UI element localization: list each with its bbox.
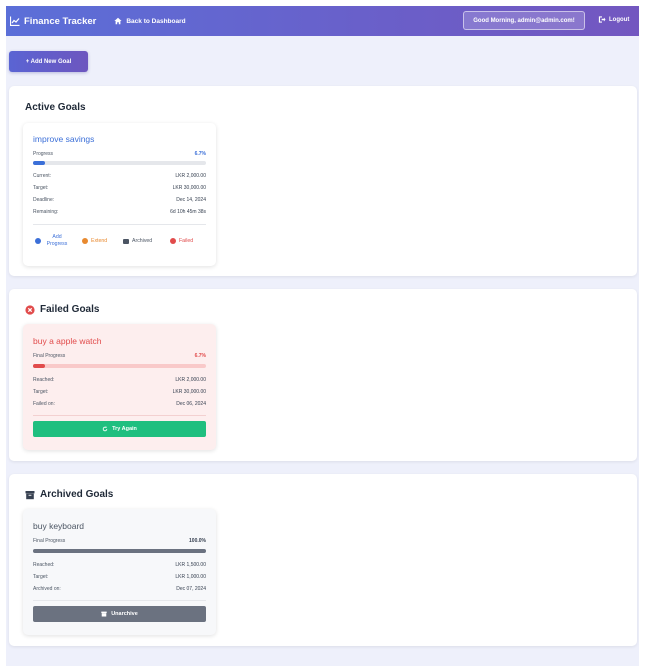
reached-row: Reached: LKR 2,000.00 (33, 377, 206, 383)
active-goals-title: Active Goals (25, 102, 86, 113)
back-label: Back to Dashboard (126, 17, 186, 25)
archived-goals-title: Archived Goals (25, 489, 113, 500)
divider (33, 415, 206, 416)
brand[interactable]: Finance Tracker (10, 16, 96, 27)
goal-name: improve savings (33, 134, 95, 144)
add-progress-button[interactable]: Add Progress (35, 234, 70, 248)
final-progress-row: Final Progress 6.7% (33, 353, 206, 359)
goal-actions: Add Progress Extend Archived Failed (33, 234, 206, 250)
logout-icon (598, 16, 606, 23)
progress-row: Progress 6.7% (33, 151, 206, 157)
archived-goals-section: Archived Goals buy keyboard Final Progre… (9, 474, 637, 646)
remaining-row: Remaining: 6d 10h 45m 38s (33, 209, 206, 215)
progress-fill (33, 161, 45, 165)
archive-icon (25, 490, 35, 499)
back-to-dashboard-link[interactable]: Back to Dashboard (114, 17, 186, 25)
divider (33, 600, 206, 601)
top-nav: Finance Tracker Back to Dashboard Good M… (6, 6, 639, 36)
times-circle-icon (25, 304, 35, 315)
target-row: Target: LKR 1,000.00 (33, 574, 206, 580)
goal-card-failed: buy a apple watch Final Progress 6.7% Re… (23, 324, 216, 450)
goal-name: buy keyboard (33, 521, 85, 531)
progress-percent: 6.7% (194, 151, 206, 157)
progress-bar (33, 549, 206, 553)
goal-name: buy a apple watch (33, 336, 102, 346)
plus-circle-icon (35, 237, 41, 244)
home-icon (114, 17, 122, 25)
progress-fill (33, 364, 45, 368)
progress-percent: 6.7% (194, 353, 206, 359)
goal-card-active: improve savings Progress 6.7% Current: L… (23, 123, 216, 266)
mark-failed-button[interactable]: Failed (170, 238, 193, 244)
app-frame: Finance Tracker Back to Dashboard Good M… (6, 6, 639, 666)
divider (33, 224, 206, 225)
clock-icon (82, 238, 88, 244)
failed-on-row: Failed on: Dec 06, 2024 (33, 401, 206, 407)
target-row: Target: LKR 30,000.00 (33, 389, 206, 395)
target-row: Target: LKR 30,000.00 (33, 185, 206, 191)
progress-percent: 100.0% (189, 538, 206, 544)
add-new-goal-button[interactable]: + Add New Goal (9, 51, 88, 72)
current-row: Current: LKR 2,000.00 (33, 173, 206, 179)
progress-bar (33, 364, 206, 368)
active-goals-section: Active Goals improve savings Progress 6.… (9, 86, 637, 276)
final-progress-row: Final Progress 100.0% (33, 538, 206, 544)
logout-label: Logout (609, 16, 630, 23)
brand-name: Finance Tracker (24, 15, 97, 27)
times-circle-icon (170, 238, 176, 244)
try-again-button[interactable]: Try Again (33, 421, 206, 437)
reached-row: Reached: LKR 1,500.00 (33, 562, 206, 568)
logout-button[interactable]: Logout (598, 16, 629, 23)
archive-button[interactable]: Archived (123, 238, 152, 244)
failed-goals-section: Failed Goals buy a apple watch Final Pro… (9, 289, 637, 461)
box-open-icon (101, 611, 107, 617)
progress-bar (33, 161, 206, 165)
archive-icon (123, 238, 129, 244)
deadline-row: Deadline: Dec 14, 2024 (33, 197, 206, 203)
unarchive-button[interactable]: Unarchive (33, 606, 206, 622)
archived-on-row: Archived on: Dec 07, 2024 (33, 586, 206, 592)
redo-icon (102, 426, 108, 432)
progress-fill (33, 549, 206, 553)
extend-button[interactable]: Extend (82, 238, 107, 244)
user-greeting[interactable]: Good Morning, admin@admin.com! (463, 11, 585, 30)
goal-card-archived: buy keyboard Final Progress 100.0% Reach… (23, 509, 216, 635)
chart-line-icon (10, 16, 20, 26)
failed-goals-title: Failed Goals (25, 304, 99, 315)
